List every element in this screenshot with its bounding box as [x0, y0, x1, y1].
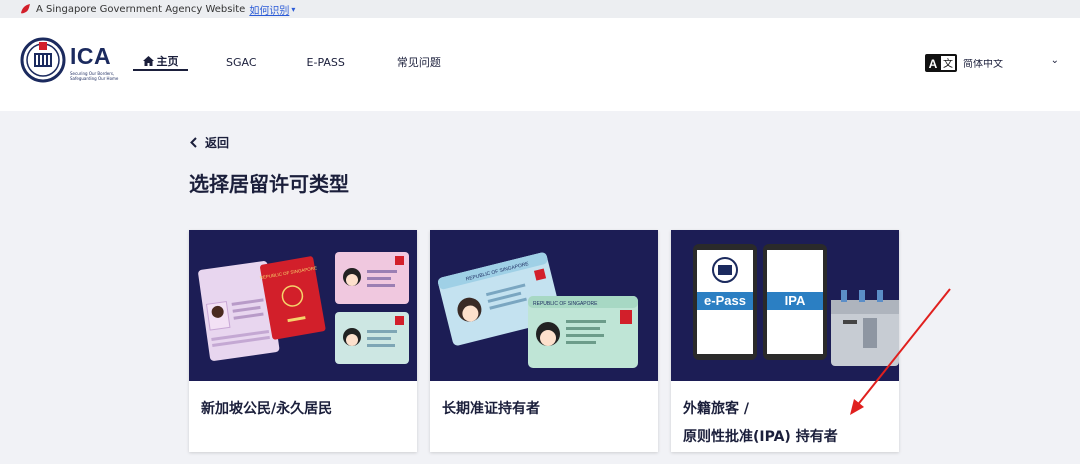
ipa-phone-label: IPA: [785, 293, 806, 308]
card-citizen-pr[interactable]: REPUBLIC OF SINGAPORE 新加坡公民/永久居民: [189, 230, 417, 452]
home-icon: [142, 56, 154, 66]
chevron-down-icon[interactable]: ▾: [291, 5, 295, 14]
singapore-lion-icon: [21, 4, 30, 14]
passport-ic-illustration: REPUBLIC OF SINGAPORE: [198, 252, 409, 364]
site-header: ICA Securing Our Borders, Safeguarding O…: [0, 18, 1080, 111]
translate-icon: A 文: [925, 53, 957, 72]
pass-cards-illustration: REPUBLIC OF SINGAPORE REPUBLIC OF SINGAP…: [438, 252, 638, 368]
nav-sgac[interactable]: SGAC: [226, 53, 257, 71]
masthead-identify-link[interactable]: 如何识别: [249, 2, 289, 17]
logo-text: ICA: [70, 43, 112, 69]
language-select-wrap: 简体中文 ⌄: [957, 52, 1061, 74]
logo-tagline: Securing Our Borders, Safeguarding Our H…: [70, 71, 119, 81]
language-select[interactable]: 简体中文: [963, 55, 1061, 74]
card-front-text: REPUBLIC OF SINGAPORE: [533, 301, 598, 307]
card-label: 新加坡公民/永久居民: [201, 401, 333, 417]
card-long-term-pass[interactable]: REPUBLIC OF SINGAPORE REPUBLIC OF SINGAP…: [430, 230, 658, 452]
nav-home-label: 主页: [156, 55, 179, 68]
epass-phone-label: e-Pass: [704, 293, 746, 308]
chevron-left-icon: [190, 137, 197, 148]
masthead-text: A Singapore Government Agency Website: [36, 3, 246, 15]
back-label: 返回: [205, 136, 230, 150]
ica-crest-icon: [20, 37, 66, 83]
nav-home[interactable]: 主页: [133, 53, 188, 71]
page-title: 选择居留许可类型: [189, 172, 349, 196]
ica-logo[interactable]: ICA Securing Our Borders, Safeguarding O…: [20, 36, 120, 96]
nav-faq[interactable]: 常见问题: [397, 53, 441, 71]
annotation-arrow-icon: [850, 288, 951, 415]
svg-text:A: A: [929, 57, 938, 71]
main-nav: 主页 SGAC E-PASS 常见问题: [133, 53, 441, 71]
card-label: 长期准证持有者: [442, 401, 540, 417]
language-switcher: A 文 简体中文 ⌄: [925, 52, 1061, 74]
card-label-line2: 原则性批准(IPA) 持有者: [683, 429, 838, 445]
ltp-illustration: REPUBLIC OF SINGAPORE REPUBLIC OF SINGAP…: [430, 230, 658, 381]
citizen-pr-illustration: REPUBLIC OF SINGAPORE: [189, 230, 417, 381]
back-link[interactable]: 返回: [190, 134, 229, 151]
svg-text:文: 文: [943, 57, 953, 70]
nav-epass[interactable]: E-PASS: [307, 53, 345, 71]
gov-masthead: A Singapore Government Agency Website 如何…: [0, 0, 1080, 18]
